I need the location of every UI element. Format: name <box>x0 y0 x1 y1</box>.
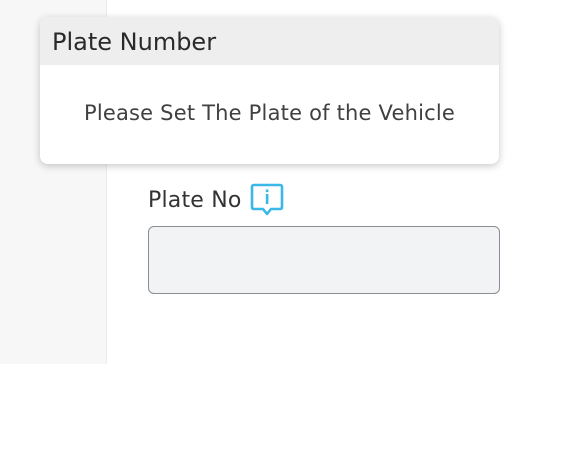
tooltip-title: Plate Number <box>52 28 217 56</box>
plate-field-label-text: Plate No <box>148 187 242 213</box>
plate-info-tooltip: Plate Number Please Set The Plate of the… <box>40 17 499 190</box>
plate-field-label: Plate No <box>148 182 285 218</box>
plate-number-input[interactable] <box>148 226 500 294</box>
tooltip-message: Please Set The Plate of the Vehicle <box>83 100 456 125</box>
tooltip-header: Plate Number <box>40 17 499 65</box>
form-stage: Plate No Plate Number Please Set The Pla… <box>0 0 576 468</box>
info-icon[interactable] <box>249 182 285 218</box>
tooltip-arrow-cover <box>245 147 291 164</box>
